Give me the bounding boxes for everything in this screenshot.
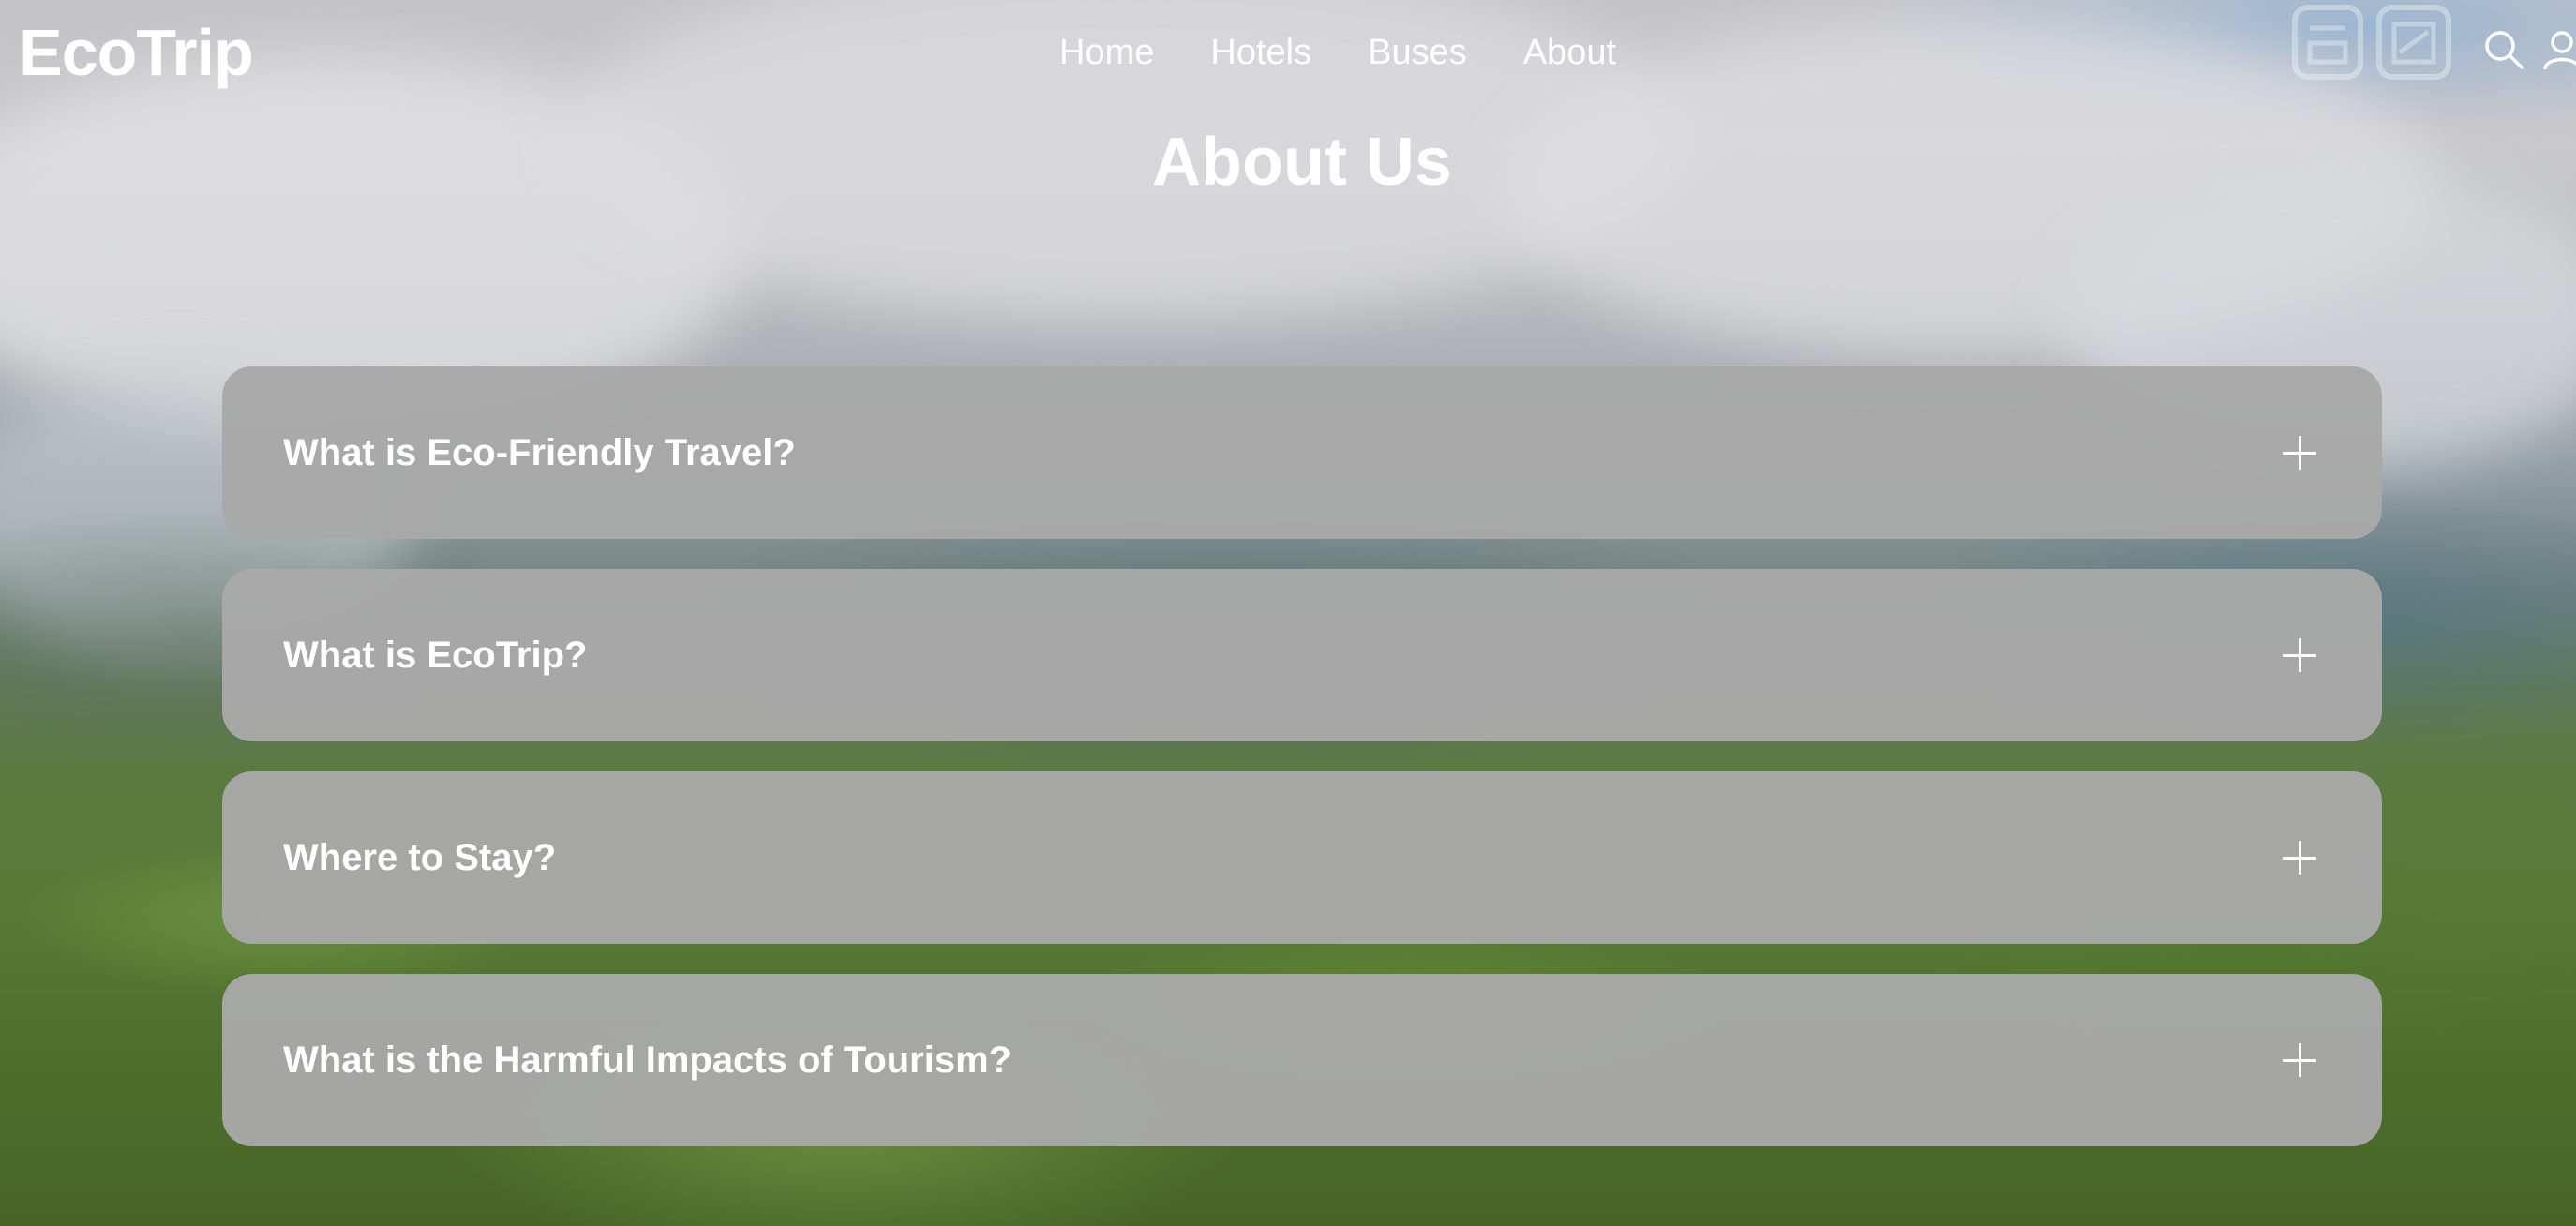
- plus-icon[interactable]: [2283, 841, 2316, 875]
- user-icon: [2543, 31, 2576, 70]
- faq-question: What is EcoTrip?: [283, 635, 588, 676]
- page-title: About Us: [1152, 125, 1452, 200]
- nav-home[interactable]: Home: [1059, 26, 1154, 79]
- faq-question: Where to Stay?: [283, 837, 557, 878]
- plus-icon[interactable]: [2283, 436, 2316, 470]
- search-icon: [2485, 31, 2524, 69]
- page: EcoTrip Home Hotels Buses About About Us…: [0, 0, 2576, 1226]
- faq-question: What is the Harmful Impacts of Tourism?: [283, 1039, 1012, 1081]
- search-button[interactable]: [2482, 28, 2525, 71]
- nav-buses[interactable]: Buses: [1368, 26, 1467, 79]
- faq-question: What is Eco-Friendly Travel?: [283, 432, 796, 473]
- site-logo[interactable]: EcoTrip: [19, 13, 254, 92]
- nav-about[interactable]: About: [1523, 26, 1616, 79]
- main-nav: Home Hotels Buses About: [1059, 26, 1672, 79]
- site-header: EcoTrip Home Hotels Buses About: [0, 0, 2576, 105]
- faq-item[interactable]: What is the Harmful Impacts of Tourism?: [222, 974, 2382, 1146]
- nav-hotels[interactable]: Hotels: [1210, 26, 1311, 79]
- faq-item[interactable]: What is Eco-Friendly Travel?: [222, 366, 2382, 539]
- watermark-logo: [2292, 5, 2451, 80]
- faq-item[interactable]: Where to Stay?: [222, 771, 2382, 944]
- plus-icon[interactable]: [2283, 1043, 2316, 1077]
- faq-item[interactable]: What is EcoTrip?: [222, 569, 2382, 741]
- plus-icon[interactable]: [2283, 638, 2316, 672]
- user-button[interactable]: [2540, 28, 2576, 71]
